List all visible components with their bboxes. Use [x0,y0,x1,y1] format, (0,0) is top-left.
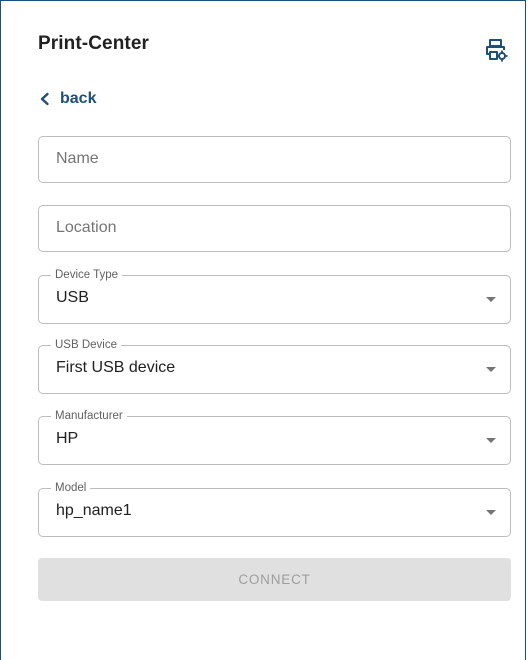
model-value: hp_name1 [56,502,132,519]
dropdown-caret-icon [486,510,496,515]
name-field[interactable]: Name [38,136,511,183]
dropdown-caret-icon [486,297,496,302]
dropdown-caret-icon [486,367,496,372]
device-type-value: USB [56,289,89,306]
connect-button[interactable]: CONNECT [38,558,511,601]
usb-device-select[interactable]: USB Device First USB device [38,339,511,394]
dropdown-caret-icon [486,438,496,443]
name-placeholder: Name [56,150,99,167]
location-placeholder: Location [56,219,117,236]
manufacturer-label: Manufacturer [51,410,127,423]
usb-device-label: USB Device [51,339,121,352]
manufacturer-value: HP [56,430,79,447]
header: Print-Center [38,33,509,63]
page-title: Print-Center [38,33,149,54]
back-label: back [60,90,97,107]
device-type-label: Device Type [51,269,123,282]
print-center-panel: Print-Center back Name Location Device T… [0,0,526,660]
device-type-select[interactable]: Device Type USB [38,269,511,324]
back-link[interactable]: back [38,87,96,111]
location-field[interactable]: Location [38,205,511,252]
usb-device-value: First USB device [56,359,176,376]
model-select[interactable]: Model hp_name1 [38,482,511,537]
chevron-left-icon [40,92,49,106]
model-label: Model [51,482,91,495]
manufacturer-select[interactable]: Manufacturer HP [38,410,511,465]
printer-settings-icon[interactable] [483,37,509,63]
